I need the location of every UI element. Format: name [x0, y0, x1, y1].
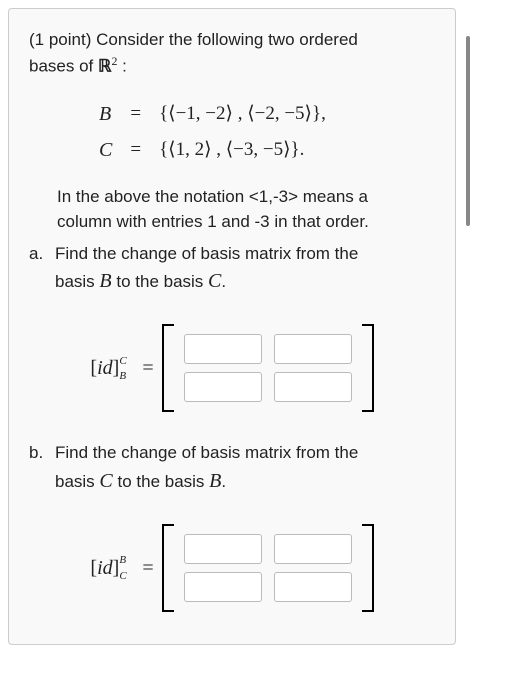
- sup-a: C: [119, 353, 126, 370]
- matrix-a-label: [id]CB =: [90, 353, 153, 383]
- bases-definition: B = {⟨−1, −2⟩ , ⟨−2, −5⟩}, C = {⟨1, 2⟩ ,…: [29, 95, 435, 170]
- part-a-from: B: [99, 270, 111, 292]
- intro-l2-prefix: bases of: [29, 56, 98, 75]
- id-text: id: [97, 357, 113, 379]
- part-a-l2-end: .: [221, 272, 226, 291]
- notation-note: In the above the notation <1,-3> means a…: [57, 184, 435, 235]
- intro-text: (1 point) Consider the following two ord…: [29, 27, 435, 79]
- part-a-to: C: [208, 270, 221, 292]
- matrix-a-cell-21[interactable]: [184, 372, 262, 402]
- matrix-b-label: [id]BC =: [90, 553, 153, 583]
- matrix-b-cell-21[interactable]: [184, 572, 262, 602]
- part-b-l2-pre: basis: [55, 472, 99, 491]
- part-b-text-l1: Find the change of basis matrix from the: [55, 443, 358, 462]
- matrix-left-bracket-b: [162, 524, 178, 612]
- eq-b: =: [122, 97, 149, 132]
- part-a-l2-pre: basis: [55, 272, 99, 291]
- matrix-b-cell-22[interactable]: [274, 572, 352, 602]
- part-a-l2-mid: to the basis: [112, 272, 208, 291]
- real-symbol: ℝ: [98, 56, 111, 75]
- intro-l1: Consider the following two ordered: [96, 30, 358, 49]
- matrix-a-cell-22[interactable]: [274, 372, 352, 402]
- matrix-b-cell-11[interactable]: [184, 534, 262, 564]
- matrix-b: [162, 524, 374, 612]
- part-b-to: B: [209, 470, 221, 492]
- part-b: b. Find the change of basis matrix from …: [29, 440, 435, 496]
- matrix-a-cell-11[interactable]: [184, 334, 262, 364]
- matrix-b-cell-12[interactable]: [274, 534, 352, 564]
- part-a-text-l1: Find the change of basis matrix from the: [55, 244, 358, 263]
- part-b-label: b.: [29, 440, 55, 496]
- problem-container: (1 point) Consider the following two ord…: [8, 8, 456, 645]
- matrix-a-row: [id]CB =: [29, 324, 435, 412]
- matrix-right-bracket-b: [358, 524, 374, 612]
- matrix-right-bracket: [358, 324, 374, 412]
- eq-b2: =: [142, 557, 153, 579]
- sub-b: C: [119, 568, 126, 585]
- part-b-l2-mid: to the basis: [113, 472, 209, 491]
- basis-B-name: B: [99, 103, 111, 125]
- eq-c: =: [122, 133, 149, 168]
- sub-a: B: [119, 368, 126, 385]
- colon: :: [117, 56, 126, 75]
- part-b-l2-end: .: [221, 472, 226, 491]
- basis-C-set: {⟨1, 2⟩ , ⟨−3, −5⟩}.: [151, 133, 334, 168]
- note-l1: In the above the notation <1,-3> means a: [57, 187, 368, 206]
- rbrkt: ]: [113, 357, 120, 379]
- part-a: a. Find the change of basis matrix from …: [29, 241, 435, 297]
- basis-C-name: C: [99, 139, 112, 161]
- points: (1 point): [29, 30, 96, 49]
- basis-B-set: {⟨−1, −2⟩ , ⟨−2, −5⟩},: [151, 97, 334, 132]
- note-l2: column with entries 1 and -3 in that ord…: [57, 212, 369, 231]
- part-b-from: C: [99, 470, 112, 492]
- sup-b: B: [119, 552, 126, 569]
- matrix-b-row: [id]BC =: [29, 524, 435, 612]
- id-text2: id: [97, 557, 113, 579]
- matrix-left-bracket: [162, 324, 178, 412]
- scrollbar-hint: [466, 36, 470, 226]
- matrix-a: [162, 324, 374, 412]
- part-a-label: a.: [29, 241, 55, 297]
- matrix-a-cell-12[interactable]: [274, 334, 352, 364]
- rbrkt2: ]: [113, 557, 120, 579]
- eq-a: =: [142, 357, 153, 379]
